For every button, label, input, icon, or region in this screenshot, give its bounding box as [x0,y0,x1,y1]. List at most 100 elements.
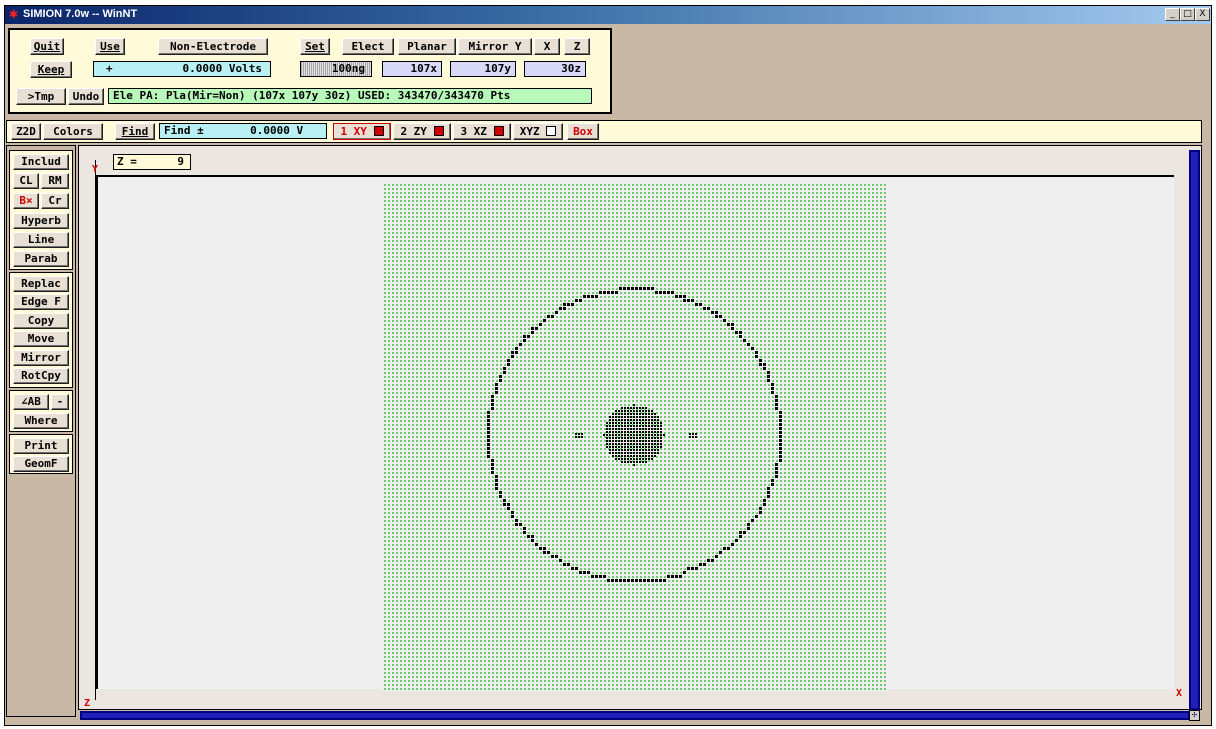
electrode-point [627,443,629,445]
horizontal-scrollbar[interactable] [80,711,1190,720]
electrode-point [503,503,506,506]
electrode-point [657,446,659,448]
electrode-point [627,431,629,433]
electrode-point [636,410,638,412]
electrode-point [642,416,644,418]
electrode-point [612,437,614,439]
vertical-scrollbar[interactable] [1189,150,1200,710]
electrode-point [621,410,623,412]
electrode-point [615,437,617,439]
electrode-point [599,575,602,578]
electrode-point [660,446,662,448]
electrode-point [618,428,620,430]
electrode-point [635,287,638,290]
electrode-point [651,431,653,433]
electrode-point [603,575,606,578]
electrode-point [507,503,510,506]
electrode-point [618,449,620,451]
electrode-point [495,479,498,482]
electrode-point [581,433,583,435]
electrode-point [642,431,644,433]
electrode-point [647,287,650,290]
electrode-point [657,428,659,430]
electrode-point [621,443,623,445]
electrode-point [636,419,638,421]
electrode-point [623,287,626,290]
electrode-point [636,431,638,433]
electrode-point [679,295,682,298]
electrode-point [657,431,659,433]
electrode-point [630,425,632,427]
electrode-point [639,461,641,463]
electrode-point [606,425,608,427]
electrode-point [595,575,598,578]
electrode-point [527,535,530,538]
electrode-point [612,431,614,433]
electrode-point [648,440,650,442]
electrode-point [771,383,774,386]
electrode-point [612,422,614,424]
electrode-point [639,434,641,436]
electrode-point [645,410,647,412]
electrode-point [595,295,598,298]
electrode-point [648,410,650,412]
electrode-point [755,355,758,358]
electrode-point [639,410,641,412]
electrode-point [767,487,770,490]
electrode-point [630,443,632,445]
electrode-point [615,440,617,442]
electrode-point [543,551,546,554]
electrode-point [739,331,742,334]
electrode-point [609,440,611,442]
electrode-point [651,452,653,454]
electrode-point [499,375,502,378]
electrode-point [651,434,653,436]
electrode-point [651,443,653,445]
electrode-point [619,579,622,582]
electrode-point [663,579,666,582]
electrode-point [621,437,623,439]
electrode-point [621,452,623,454]
resize-corner-icon[interactable]: ✢ [1189,710,1200,721]
electrode-point [618,446,620,448]
electrode-point [645,446,647,448]
electrode-point [636,425,638,427]
electrode-point [657,440,659,442]
electrode-point [624,428,626,430]
electrode-point [615,458,617,460]
electrode-point [633,407,635,409]
electrode-point [615,419,617,421]
electrode-point [648,437,650,439]
electrode-point [621,449,623,451]
electrode-point [615,455,617,457]
electrode-point [755,515,758,518]
electrode-point [667,575,670,578]
electrode-point [627,410,629,412]
electrode-point [627,407,629,409]
electrode-point [703,563,706,566]
electrode-point [692,436,694,438]
electrode-point [636,446,638,448]
electrode-point [639,416,641,418]
electrode-point [645,449,647,451]
electrode-point [660,425,662,427]
electrode-point [775,463,778,466]
electrode-point [636,455,638,457]
electrode-point [759,359,762,362]
electrode-point [630,422,632,424]
electrode-point [636,437,638,439]
electrode-point [603,291,606,294]
electrode-point [609,416,611,418]
electrode-point [618,422,620,424]
electrode-point [657,443,659,445]
electrode-point [612,440,614,442]
electrode-point [695,567,698,570]
electrode-point [739,531,742,534]
electrode-point [636,413,638,415]
electrode-point [645,431,647,433]
electrode-point [636,449,638,451]
electrode-point [636,407,638,409]
electrode-point [779,423,782,426]
electrode-point [648,428,650,430]
electrode-point [487,415,490,418]
